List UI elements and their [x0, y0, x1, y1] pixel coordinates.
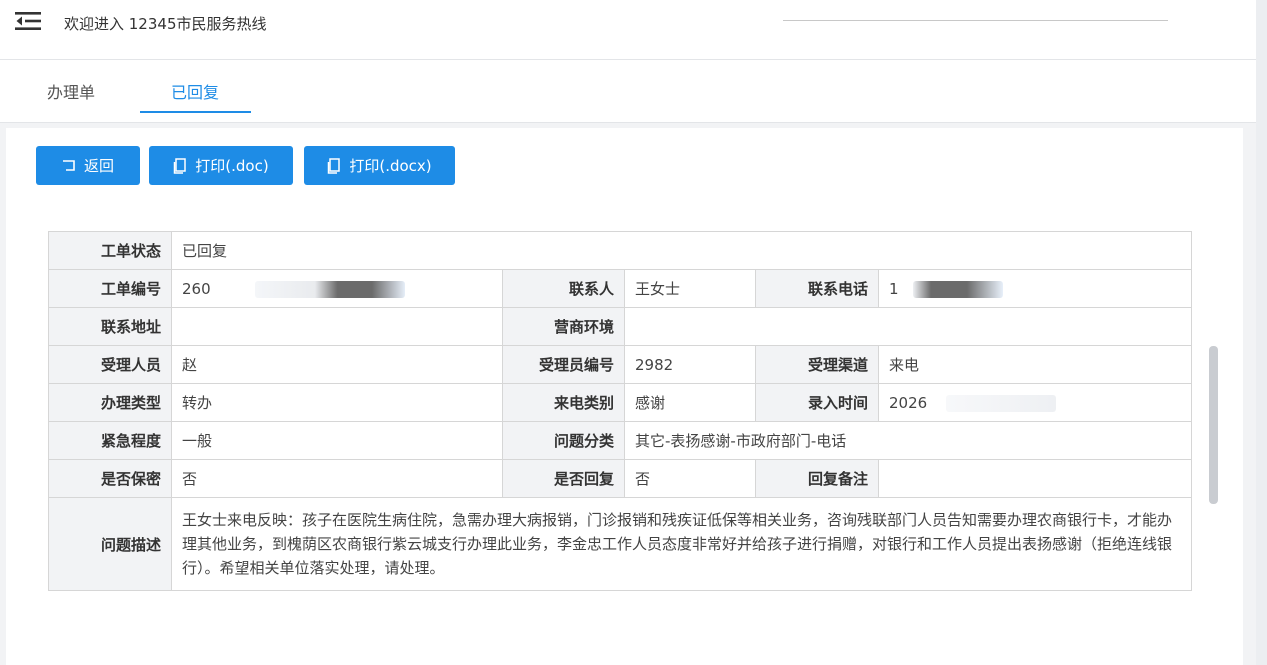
entry-time-value: 2026 — [889, 393, 928, 412]
welcome-title: 欢迎进入 12345市民服务热线 — [64, 15, 267, 33]
urgency-value: 一般 — [171, 421, 503, 460]
handle-type-label: 办理类型 — [48, 383, 172, 422]
redaction-mask — [945, 394, 1056, 412]
contact-label: 联系人 — [502, 269, 625, 308]
return-icon — [62, 160, 75, 171]
page-scrollbar[interactable] — [1256, 0, 1267, 665]
work-order-detail-table: 工单状态 已回复 工单编号 260 联系人 王女士 联系电话 1 联系地址 营商… — [48, 231, 1192, 591]
reply-note-value — [878, 459, 1192, 498]
copy-icon — [174, 157, 187, 174]
receiver-no-value: 2982 — [624, 345, 756, 384]
category-label: 问题分类 — [502, 421, 625, 460]
entry-time-cell: 2026 — [878, 383, 1192, 422]
phone-label: 联系电话 — [755, 269, 879, 308]
tab-handle-orders[interactable]: 办理单 — [47, 79, 95, 103]
status-label: 工单状态 — [48, 231, 172, 270]
copy-icon — [328, 157, 341, 174]
table-row: 工单编号 260 联系人 王女士 联系电话 1 — [48, 269, 1192, 308]
description-value: 王女士来电反映：孩子在医院生病住院，急需办理大病报销，门诊报销和残疾证低保等相关… — [171, 497, 1192, 591]
table-row: 是否保密 否 是否回复 否 回复备注 — [48, 459, 1192, 498]
secret-value: 否 — [171, 459, 503, 498]
tab-bar: 办理单 已回复 — [0, 60, 1256, 123]
receiver-no-label: 受理员编号 — [502, 345, 625, 384]
call-type-value: 感谢 — [624, 383, 756, 422]
print-docx-label: 打印(.docx) — [349, 157, 432, 175]
table-row: 紧急程度 一般 问题分类 其它-表扬感谢-市政府部门-电话 — [48, 421, 1192, 460]
print-doc-button[interactable]: 打印(.doc) — [149, 146, 293, 185]
back-button-label: 返回 — [83, 157, 114, 175]
table-row: 受理人员 赵 受理员编号 2982 受理渠道 来电 — [48, 345, 1192, 384]
detail-panel: 返回 打印(.doc) 打印(.docx) 工单状态 已回复 工单编号 260 — [6, 128, 1243, 665]
table-row: 问题描述 王女士来电反映：孩子在医院生病住院，急需办理大病报销，门诊报销和残疾证… — [48, 497, 1192, 591]
handle-type-value: 转办 — [171, 383, 503, 422]
entry-time-label: 录入时间 — [755, 383, 879, 422]
contact-value: 王女士 — [624, 269, 756, 308]
order-no-label: 工单编号 — [48, 269, 172, 308]
address-label: 联系地址 — [48, 307, 172, 346]
status-value: 已回复 — [171, 231, 1192, 270]
redaction-mask — [913, 280, 1004, 298]
business-env-label: 营商环境 — [502, 307, 625, 346]
top-header: 欢迎进入 12345市民服务热线 — [0, 0, 1256, 60]
receiver-label: 受理人员 — [48, 345, 172, 384]
content-scrollbar-thumb[interactable] — [1209, 346, 1218, 504]
menu-collapse-icon[interactable] — [15, 10, 41, 32]
channel-label: 受理渠道 — [755, 345, 879, 384]
description-label: 问题描述 — [48, 497, 172, 591]
table-row: 办理类型 转办 来电类别 感谢 录入时间 2026 — [48, 383, 1192, 422]
order-no-value: 260 — [182, 279, 211, 298]
print-docx-button[interactable]: 打印(.docx) — [304, 146, 455, 185]
replied-label: 是否回复 — [502, 459, 625, 498]
phone-cell: 1 — [878, 269, 1192, 308]
redaction-mask — [255, 280, 406, 298]
receiver-value: 赵 — [171, 345, 503, 384]
order-no-cell: 260 — [171, 269, 503, 308]
secret-label: 是否保密 — [48, 459, 172, 498]
active-tab-indicator — [140, 111, 251, 113]
replied-value: 否 — [624, 459, 756, 498]
table-row: 工单状态 已回复 — [48, 231, 1192, 270]
back-button[interactable]: 返回 — [36, 146, 140, 185]
channel-value: 来电 — [878, 345, 1192, 384]
tab-replied[interactable]: 已回复 — [171, 79, 219, 103]
table-row: 联系地址 营商环境 — [48, 307, 1192, 346]
business-env-value — [624, 307, 1192, 346]
category-value: 其它-表扬感谢-市政府部门-电话 — [624, 421, 1192, 460]
urgency-label: 紧急程度 — [48, 421, 172, 460]
reply-note-label: 回复备注 — [755, 459, 879, 498]
phone-value: 1 — [889, 279, 899, 298]
header-divider — [783, 20, 1168, 21]
address-value — [171, 307, 503, 346]
call-type-label: 来电类别 — [502, 383, 625, 422]
print-doc-label: 打印(.doc) — [195, 157, 269, 175]
